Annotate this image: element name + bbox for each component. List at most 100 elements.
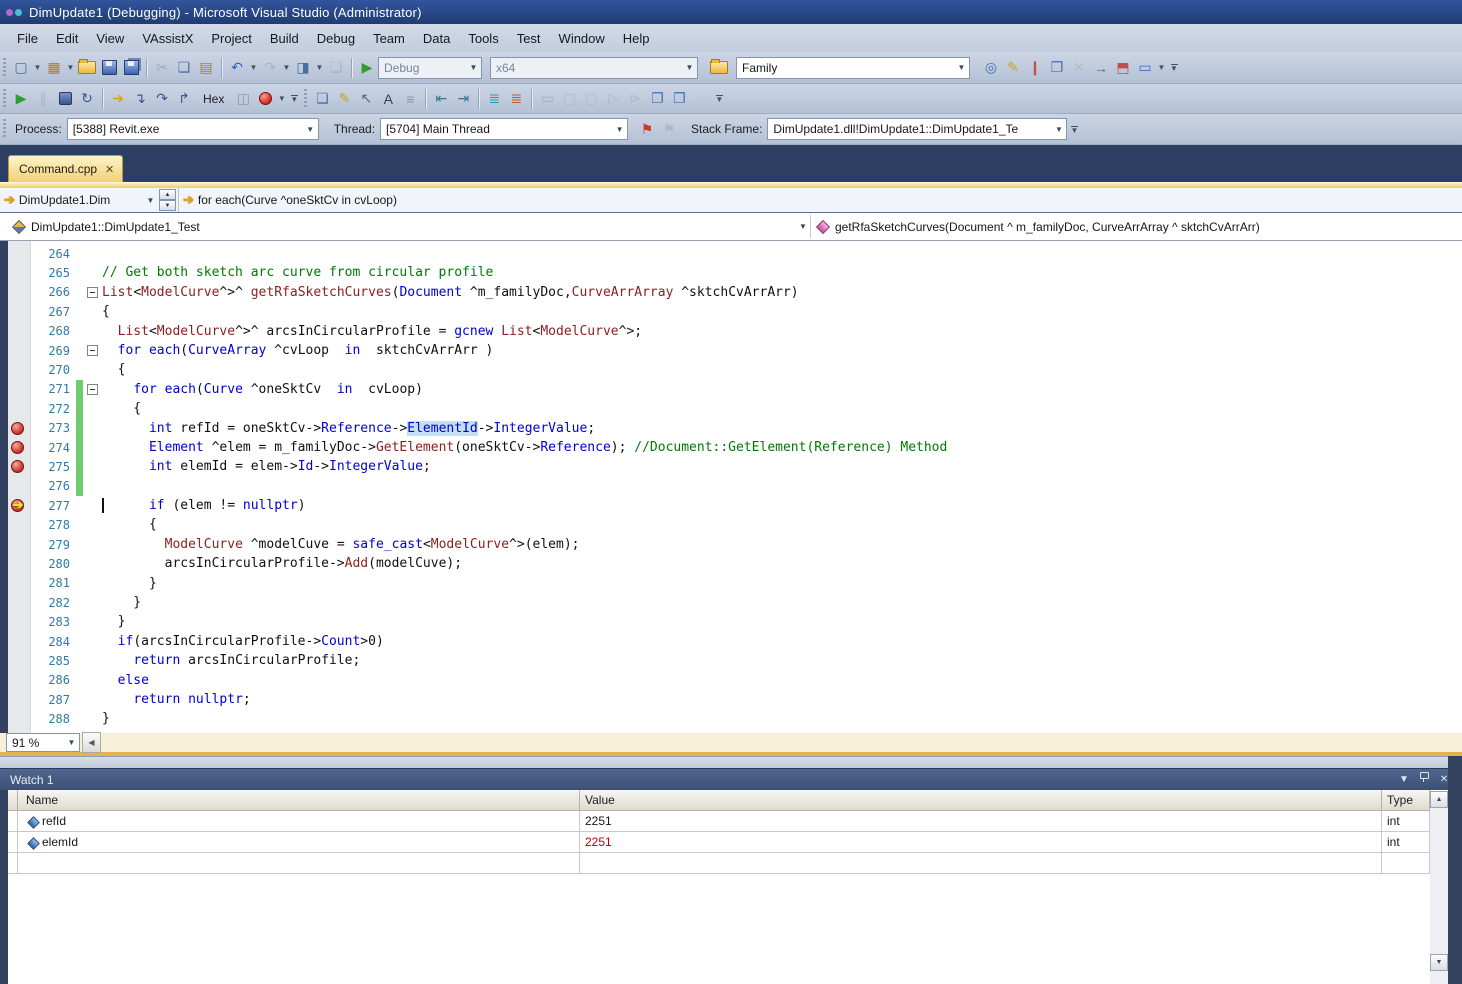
chevron-down-icon[interactable]: ▼ <box>303 119 318 139</box>
va-nav-context-dropdown[interactable]: ➔ DimUpdate1.Dim ▼ ▲▼ <box>0 188 179 212</box>
line-gutter[interactable] <box>8 593 30 612</box>
bubble-prev-icon[interactable]: ▢ <box>558 88 580 110</box>
watch-value-cell[interactable]: 2251 <box>580 832 1382 853</box>
indent-decrease-icon[interactable]: ⇤ <box>430 88 452 110</box>
code-text[interactable]: if(arcsInCircularProfile->Count>0) <box>102 632 384 651</box>
chevron-down-icon[interactable]: ▼ <box>466 58 481 78</box>
code-line-282[interactable]: 282 } <box>0 593 1462 612</box>
watch-panel-titlebar[interactable]: Watch 1 ▼ ✕ <box>0 768 1462 790</box>
va-outline-icon[interactable]: ❏ <box>311 88 333 110</box>
menu-window[interactable]: Window <box>550 27 614 50</box>
line-gutter[interactable] <box>8 341 30 360</box>
restart-icon[interactable]: ↻ <box>76 88 98 110</box>
code-line-275[interactable]: 275 int elemId = elem->Id->IntegerValue; <box>0 457 1462 476</box>
menu-vassistx[interactable]: VAssistX <box>133 27 202 50</box>
redo-icon[interactable]: ↷ <box>259 57 281 79</box>
code-line-286[interactable]: 286 else <box>0 671 1462 690</box>
line-gutter[interactable] <box>8 360 30 379</box>
line-gutter[interactable] <box>8 302 30 321</box>
find-symbol-icon[interactable]: ◎ <box>980 57 1002 79</box>
save-icon[interactable] <box>98 57 120 79</box>
tools-icon[interactable]: ✕ <box>1068 57 1090 79</box>
watch-row[interactable]: elemId2251int <box>8 832 1448 853</box>
family-combo[interactable]: Family▼ <box>736 57 970 79</box>
code-text[interactable]: } <box>102 709 110 728</box>
watch-vscrollbar[interactable]: ▲ ▼ <box>1430 791 1448 984</box>
code-text[interactable]: return arcsInCircularProfile; <box>102 651 360 670</box>
line-gutter[interactable] <box>8 535 30 554</box>
code-text[interactable]: } <box>102 612 125 631</box>
column-header-type[interactable]: Type <box>1382 790 1430 811</box>
new-item-icon[interactable]: ▢ <box>10 57 32 79</box>
platform-combo[interactable]: x64▼ <box>490 57 698 79</box>
bubble-reply-icon[interactable]: ▷ <box>602 88 624 110</box>
code-text[interactable]: else <box>102 671 149 690</box>
show-next-statement-icon[interactable]: ➔ <box>107 88 129 110</box>
copy-icon[interactable]: ❏ <box>173 57 195 79</box>
toolbar-overflow-icon[interactable]: ▼ <box>1067 118 1081 140</box>
line-gutter[interactable] <box>8 380 30 399</box>
code-line-280[interactable]: 280 arcsInCircularProfile->Add(modelCuve… <box>0 554 1462 573</box>
chevron-down-icon[interactable]: ▼ <box>276 88 287 110</box>
code-line-288[interactable]: 288} <box>0 709 1462 728</box>
collapse-icon[interactable] <box>87 345 98 356</box>
save-all-icon[interactable] <box>120 57 142 79</box>
new-note-icon[interactable]: ❒ <box>1046 57 1068 79</box>
column-header-name[interactable]: Name <box>18 790 580 811</box>
code-text[interactable]: { <box>102 360 125 379</box>
fold-margin[interactable] <box>83 384 102 395</box>
line-gutter[interactable] <box>8 263 30 282</box>
watch-row[interactable]: refId2251int <box>8 811 1448 832</box>
code-text[interactable]: List<ModelCurve^>^ arcsInCircularProfile… <box>102 322 642 341</box>
pause-icon[interactable]: ∥ <box>32 88 54 110</box>
fold-margin[interactable] <box>83 345 102 356</box>
line-gutter[interactable] <box>8 419 30 438</box>
solution-config-combo[interactable]: Debug▼ <box>378 57 482 79</box>
zoom-search-icon[interactable]: ◌ <box>690 88 712 110</box>
code-text[interactable]: } <box>102 593 141 612</box>
step-into-icon[interactable]: ↴ <box>129 88 151 110</box>
import-icon[interactable]: → <box>1090 57 1112 79</box>
code-text[interactable]: Element ^elem = m_familyDoc->GetElement(… <box>102 438 947 457</box>
column-header-value[interactable]: Value <box>580 790 1382 811</box>
chevron-down-icon[interactable]: ▼ <box>954 58 969 78</box>
book-next-icon[interactable]: ❐ <box>668 88 690 110</box>
code-text[interactable]: for each(CurveArray ^cvLoop in sktchCvAr… <box>102 341 493 360</box>
watch-name-cell[interactable] <box>18 853 580 874</box>
continue-icon[interactable]: ▶ <box>10 88 32 110</box>
toolbar-overflow-icon[interactable]: ▼ <box>287 88 301 110</box>
code-line-265[interactable]: 265// Get both sketch arc curve from cir… <box>0 263 1462 282</box>
open-file-icon[interactable] <box>76 57 98 79</box>
thread-combo[interactable]: [5704] Main Thread▼ <box>380 118 628 140</box>
hex-button[interactable]: Hex <box>195 88 232 110</box>
line-gutter[interactable] <box>8 651 30 670</box>
line-gutter[interactable] <box>8 438 30 457</box>
edit-snippet-icon[interactable]: ✎ <box>1002 57 1024 79</box>
tab-close-icon[interactable]: ✕ <box>105 163 114 176</box>
line-gutter[interactable] <box>8 477 30 496</box>
bookmark-icon[interactable]: ❙ <box>1024 57 1046 79</box>
toolbar-grip[interactable] <box>304 89 307 109</box>
code-line-266[interactable]: 266List<ModelCurve^>^ getRfaSketchCurves… <box>0 283 1462 302</box>
menu-help[interactable]: Help <box>614 27 659 50</box>
uncomment-icon[interactable]: ≣ <box>505 88 527 110</box>
code-line-279[interactable]: 279 ModelCurve ^modelCuve = safe_cast<Mo… <box>0 535 1462 554</box>
breakpoint-icon[interactable] <box>11 422 24 435</box>
chevron-down-icon[interactable]: ▼ <box>32 57 43 79</box>
watch-name-cell[interactable]: refId <box>18 811 580 832</box>
family-manager-icon[interactable] <box>708 57 730 79</box>
tab-command-cpp[interactable]: Command.cpp ✕ <box>8 155 123 182</box>
code-text[interactable]: ModelCurve ^modelCuve = safe_cast<ModelC… <box>102 535 580 554</box>
va-list-methods-icon[interactable]: ≡ <box>399 88 421 110</box>
va-rename-icon[interactable]: A <box>377 88 399 110</box>
code-text[interactable]: return nullptr; <box>102 690 251 709</box>
menu-view[interactable]: View <box>87 27 133 50</box>
code-text[interactable]: { <box>102 399 141 418</box>
line-gutter[interactable] <box>8 632 30 651</box>
toolbar-overflow-icon[interactable]: ▼ <box>1167 57 1181 79</box>
code-line-274[interactable]: 274 Element ^elem = m_familyDoc->GetElem… <box>0 438 1462 457</box>
code-text[interactable]: if (elem != nullptr) <box>102 496 306 515</box>
watch-row[interactable] <box>8 853 1448 874</box>
panel-splitter[interactable] <box>0 756 1462 768</box>
code-text[interactable]: for each(Curve ^oneSktCv in cvLoop) <box>102 380 423 399</box>
